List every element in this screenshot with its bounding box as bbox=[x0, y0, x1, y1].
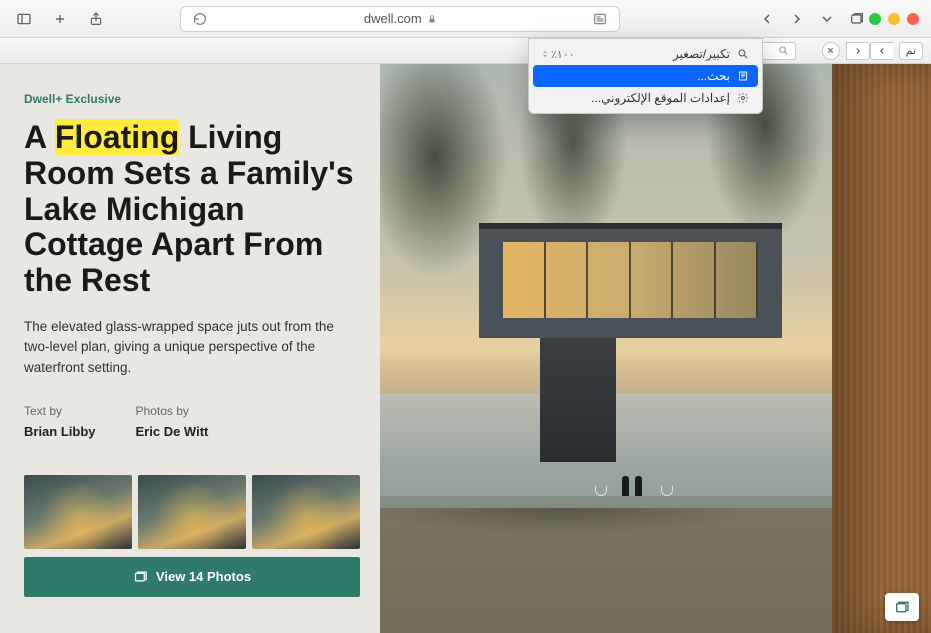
tabs-button[interactable] bbox=[843, 7, 871, 31]
find-bar: تم يبدأ بـ تطابق واحد bbox=[0, 38, 931, 64]
downloads-button[interactable] bbox=[813, 7, 841, 31]
back-button[interactable] bbox=[753, 7, 781, 31]
article-credits: Text by Brian Libby Photos by Eric De Wi… bbox=[24, 404, 360, 439]
article-panel: Dwell+ Exclusive A Floating Living Room … bbox=[0, 64, 380, 633]
photos-by-label: Photos by bbox=[136, 404, 209, 418]
nav-buttons bbox=[753, 7, 871, 31]
zoom-value: ١٠٠٪ bbox=[541, 48, 575, 61]
search-row[interactable]: بحث... bbox=[533, 65, 758, 87]
sidebar-toggle-button[interactable] bbox=[10, 7, 38, 31]
photos-by-name[interactable]: Eric De Witt bbox=[136, 424, 209, 439]
page-menu-popover: تكبير/تصغير ١٠٠٪ بحث... إعدادات الموقع ا… bbox=[528, 38, 763, 114]
photo-thumbnails bbox=[24, 475, 360, 549]
share-button[interactable] bbox=[82, 7, 110, 31]
zoom-label: تكبير/تصغير bbox=[581, 47, 730, 61]
lock-icon bbox=[427, 14, 437, 24]
find-next-button[interactable] bbox=[846, 42, 870, 60]
search-label: بحث... bbox=[541, 69, 730, 83]
find-clear-button[interactable] bbox=[822, 42, 840, 60]
safari-toolbar: dwell.com bbox=[0, 0, 931, 38]
credit-text: Text by Brian Libby bbox=[24, 404, 96, 439]
page-search-icon bbox=[736, 69, 750, 83]
article-headline: A Floating Living Room Sets a Family's L… bbox=[24, 120, 360, 299]
new-tab-button[interactable] bbox=[46, 7, 74, 31]
thumbnail[interactable] bbox=[138, 475, 246, 549]
minimize-button[interactable] bbox=[888, 13, 900, 25]
page-content: Dwell+ Exclusive A Floating Living Room … bbox=[0, 64, 931, 633]
view-photos-button[interactable]: View 14 Photos bbox=[24, 557, 360, 597]
maximize-button[interactable] bbox=[869, 13, 881, 25]
forward-button[interactable] bbox=[783, 7, 811, 31]
settings-label: إعدادات الموقع الإلكتروني... bbox=[541, 91, 730, 105]
find-nav bbox=[846, 42, 893, 60]
reader-button[interactable] bbox=[586, 7, 614, 31]
hero-image bbox=[380, 64, 931, 633]
gallery-icon bbox=[894, 599, 910, 615]
gallery-icon bbox=[133, 569, 148, 584]
url-host: dwell.com bbox=[364, 11, 422, 26]
gear-icon bbox=[736, 91, 750, 105]
credit-photos: Photos by Eric De Witt bbox=[136, 404, 209, 439]
article-tag[interactable]: Dwell+ Exclusive bbox=[24, 92, 360, 106]
settings-row[interactable]: إعدادات الموقع الإلكتروني... bbox=[533, 87, 758, 109]
thumbnail[interactable] bbox=[252, 475, 360, 549]
search-icon bbox=[778, 45, 789, 56]
address-bar-wrap: dwell.com bbox=[180, 6, 620, 32]
hero-gallery-button[interactable] bbox=[885, 593, 919, 621]
window-controls bbox=[869, 13, 919, 25]
find-highlight: Floating bbox=[55, 119, 179, 155]
text-by-name[interactable]: Brian Libby bbox=[24, 424, 96, 439]
text-by-label: Text by bbox=[24, 404, 96, 418]
search-icon bbox=[736, 47, 750, 61]
address-bar[interactable]: dwell.com bbox=[180, 6, 620, 32]
zoom-row[interactable]: تكبير/تصغير ١٠٠٪ bbox=[533, 43, 758, 65]
close-button[interactable] bbox=[907, 13, 919, 25]
find-prev-button[interactable] bbox=[870, 42, 893, 60]
article-subhead: The elevated glass-wrapped space juts ou… bbox=[24, 317, 360, 378]
find-done-button[interactable]: تم bbox=[899, 42, 923, 60]
reload-button[interactable] bbox=[186, 7, 214, 31]
thumbnail[interactable] bbox=[24, 475, 132, 549]
chevron-up-down-icon bbox=[541, 48, 549, 60]
